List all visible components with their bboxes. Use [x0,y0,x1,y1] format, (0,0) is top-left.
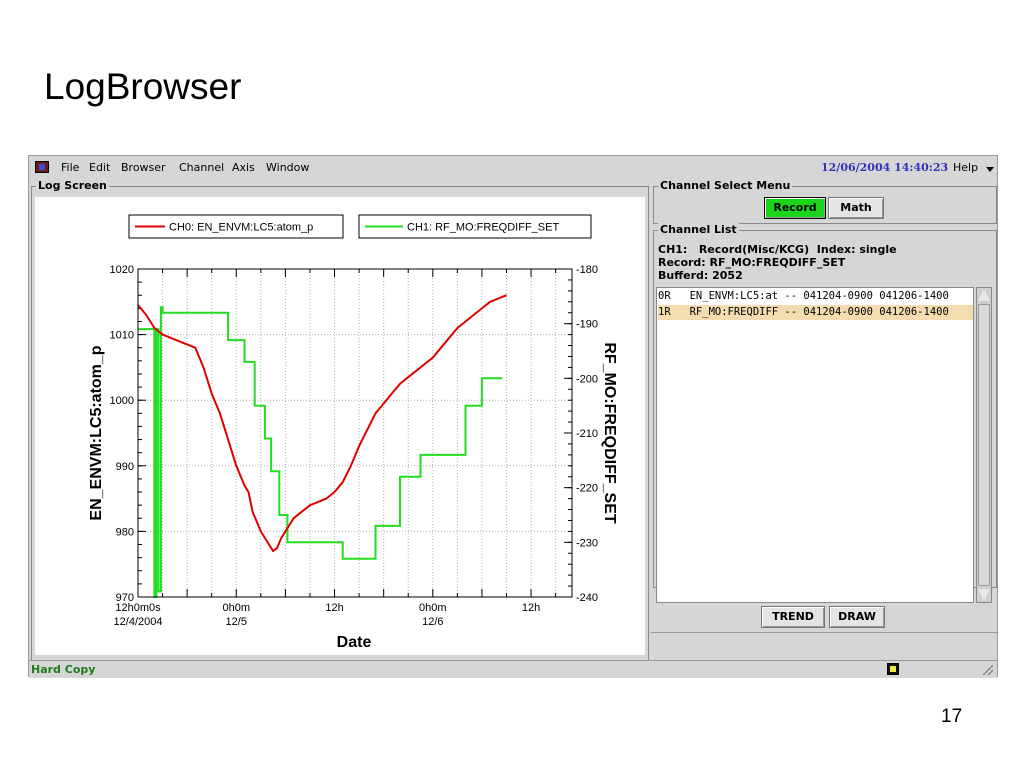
clock-display: 12/06/2004 14:40:23 [821,161,949,174]
channel-info-line2: Record: RF_MO:FREQDIFF_SET [658,256,846,269]
y-axis-right-label: RF_MO:FREQDIFF_SET [601,342,618,524]
y-right-tick-label: -230 [576,537,598,549]
channel-select-title: Channel Select Menu [658,179,793,192]
y-right-tick-label: -220 [576,483,598,495]
channel-listbox[interactable]: 0R EN_ENVM:LC5:at -- 041204-0900 041206-… [656,287,974,603]
y-left-tick-label: 1010 [110,330,134,342]
x-tick-sublabel: 12/4/2004 [114,616,163,628]
resize-grip-icon[interactable] [983,665,993,675]
channel-list-panel: Channel List CH1: Record(Misc/KCG) Index… [653,223,997,603]
print-icon[interactable] [887,663,899,675]
record-button[interactable]: Record [764,197,826,219]
y-right-tick-label: -210 [576,428,598,440]
plot-frame [137,268,573,598]
log-screen-title: Log Screen [36,179,109,192]
math-button[interactable]: Math [828,197,884,219]
scroll-thumb[interactable] [978,304,990,586]
x-axis-label: Date [337,634,372,651]
log-screen-panel: Log Screen CH0: EN_ENVM:LC5:atom_p CH1: … [31,179,649,662]
scroll-up-icon[interactable] [978,289,990,301]
y-right-tick-label: -240 [576,592,598,604]
list-item[interactable]: 0R EN_ENVM:LC5:at -- 041204-0900 041206-… [658,289,973,304]
channel-list-title: Channel List [658,223,739,236]
series-line-ch0 [137,294,507,553]
x-tick-sublabel: 12/5 [226,616,247,628]
x-tick-label: 0h0m [222,602,250,614]
x-tick-label: 12h [522,602,540,614]
y-left-tick-label: 980 [116,526,134,538]
listbox-scrollbar[interactable] [976,287,992,603]
menu-channel[interactable]: Channel [179,161,224,174]
y-axis-left-label: EN_ENVM:LC5:atom_p [88,345,105,520]
legend-label-ch0: CH0: EN_ENVM:LC5:atom_p [169,222,313,234]
status-bar: Hard Copy [29,660,997,678]
y-right-tick-label: -180 [576,264,598,276]
scroll-down-icon[interactable] [978,589,990,601]
trend-button[interactable]: TREND [761,606,825,628]
divider [651,632,997,633]
channel-info-line1: CH1: Record(Misc/KCG) Index: single [658,243,897,256]
channel-info-line3: Bufferd: 2052 [658,269,743,282]
menu-file[interactable]: File [61,161,79,174]
hard-copy-button[interactable]: Hard Copy [31,663,95,676]
x-tick-sublabel: 12/6 [422,616,443,628]
x-tick-label: 0h0m [419,602,447,614]
chevron-down-icon[interactable] [986,167,994,172]
slide-title: LogBrowser [44,66,242,107]
series-line-ch1 [138,306,503,598]
list-item-selected[interactable]: 1R RF_MO:FREQDIFF -- 041204-0900 041206-… [658,305,973,320]
y-left-tick-label: 1000 [110,395,134,407]
menu-edit[interactable]: Edit [89,161,110,174]
trend-plot[interactable]: CH0: EN_ENVM:LC5:atom_p CH1: RF_MO:FREQD… [35,197,645,655]
menu-bar: File Edit Browser Channel Axis Window 12… [29,156,997,178]
menu-browser[interactable]: Browser [121,161,166,174]
slide-page-number: 17 [941,706,963,727]
y-left-tick-label: 1020 [110,264,134,276]
menu-axis[interactable]: Axis [232,161,255,174]
x-tick-label: 12h [325,602,343,614]
logbrowser-window: File Edit Browser Channel Axis Window 12… [28,155,998,678]
x-tick-label: 12h0m0s [115,602,161,614]
menu-window[interactable]: Window [266,161,309,174]
legend-label-ch1: CH1: RF_MO:FREQDIFF_SET [407,222,559,234]
chart-svg[interactable]: CH0: EN_ENVM:LC5:atom_p CH1: RF_MO:FREQD… [35,197,645,655]
y-left-tick-label: 990 [116,461,134,473]
y-right-tick-label: -200 [576,373,598,385]
y-right-tick-label: -190 [576,319,598,331]
channel-select-panel: Channel Select Menu Record Math [653,179,997,224]
app-logo-icon[interactable] [35,161,49,173]
draw-button[interactable]: DRAW [829,606,885,628]
menu-help[interactable]: Help [953,161,978,174]
